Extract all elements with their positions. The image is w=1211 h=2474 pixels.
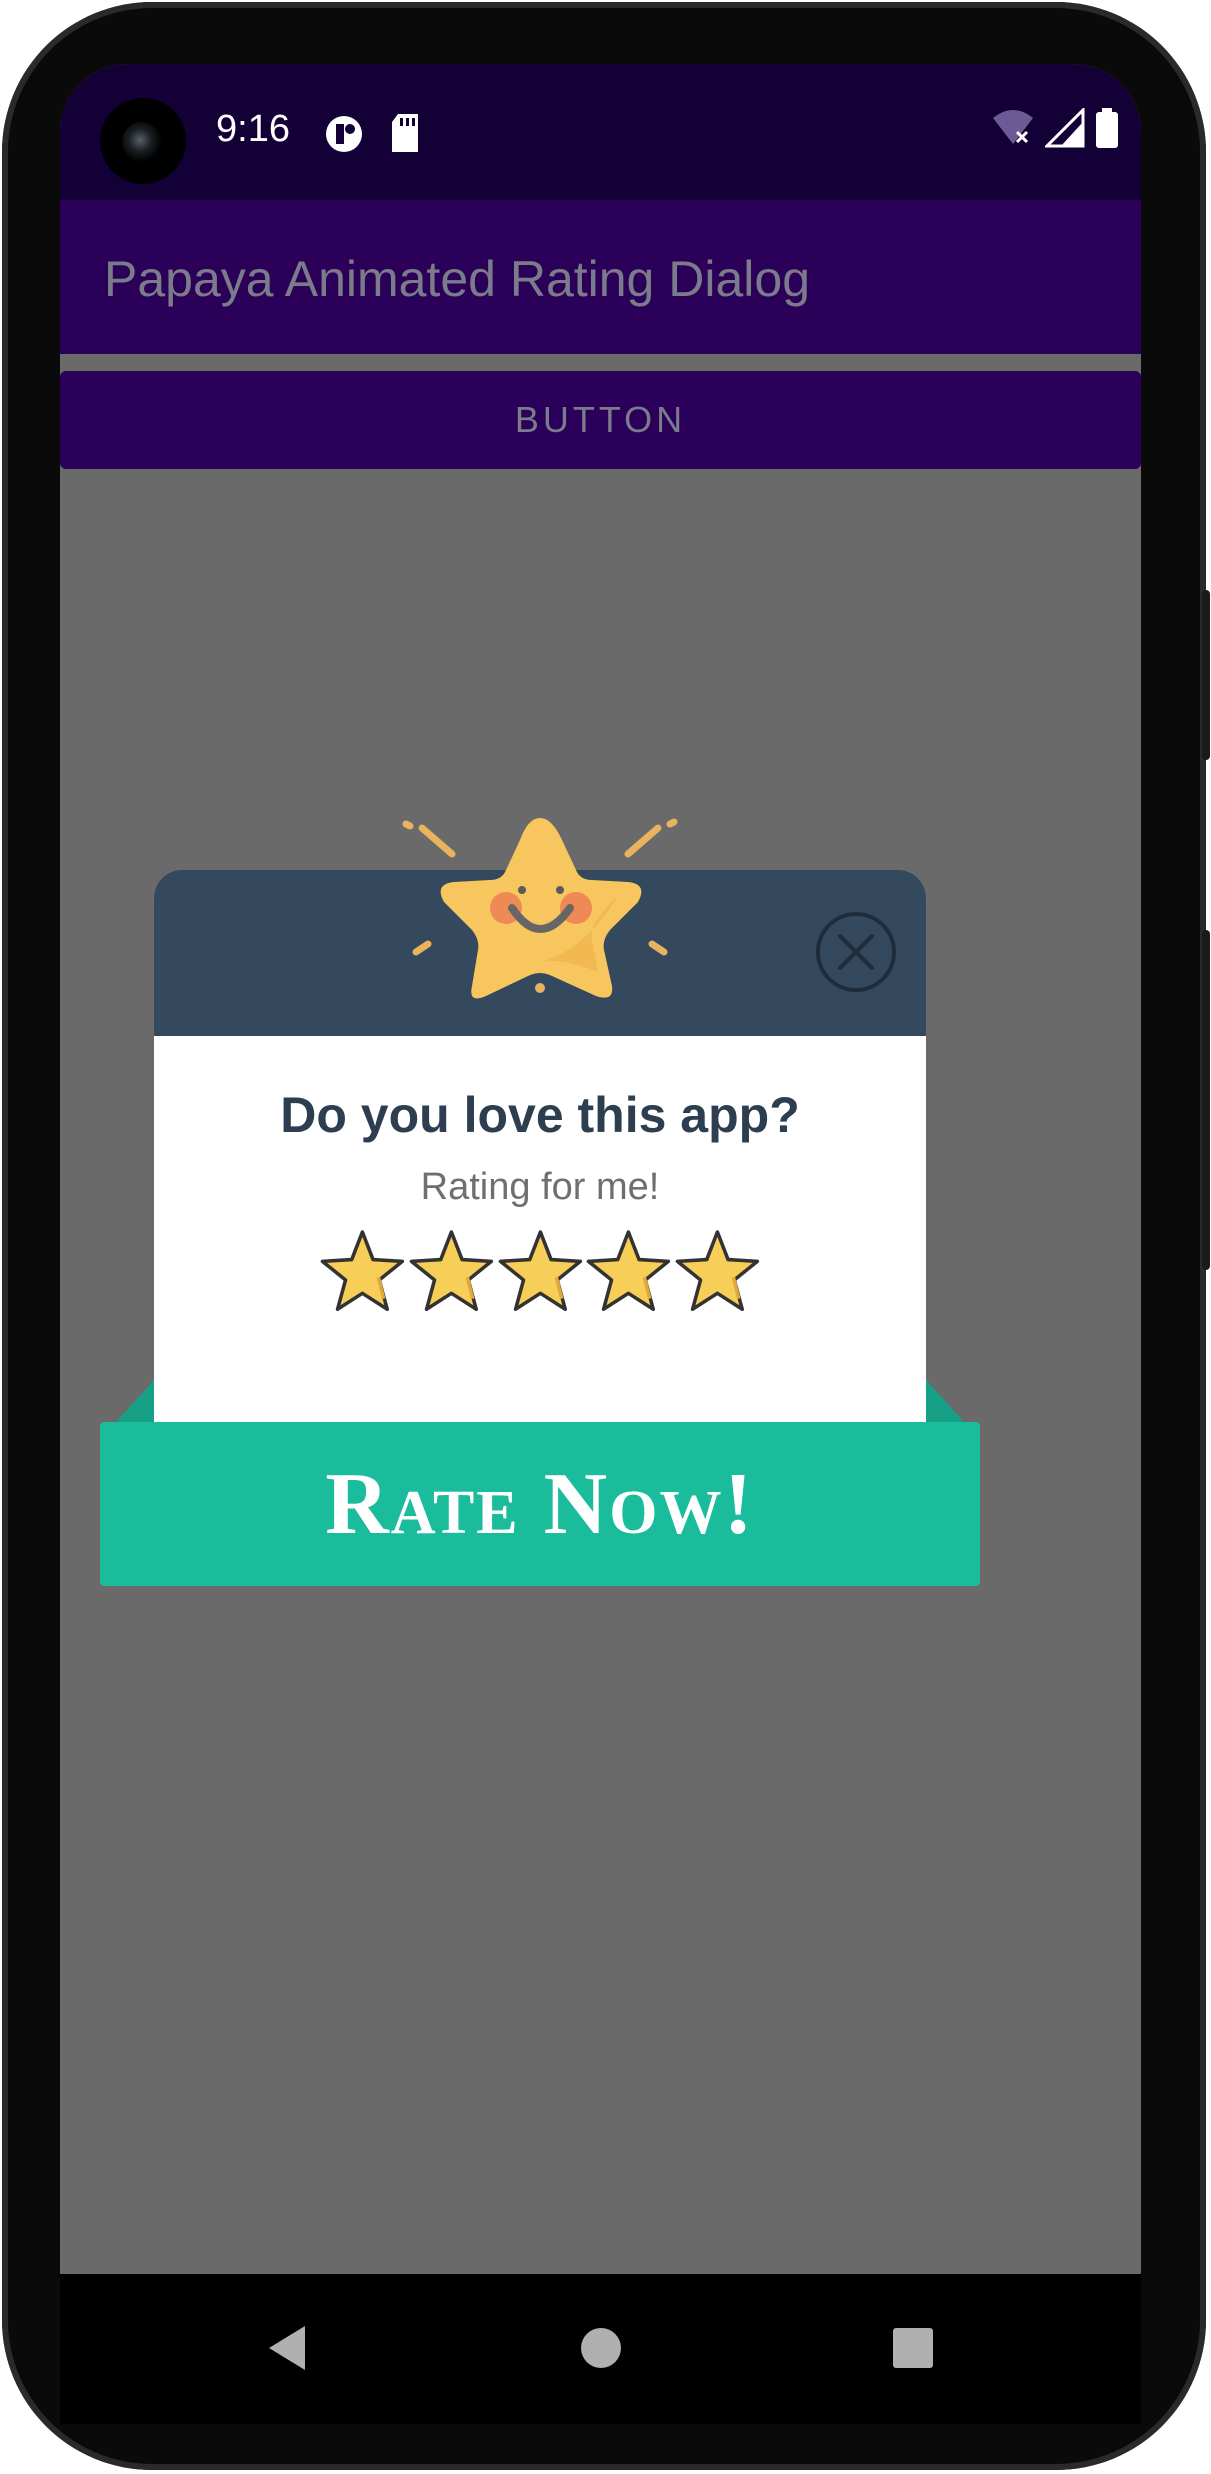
- app-title: Papaya Animated Rating Dialog: [104, 251, 811, 307]
- battery-icon: [1096, 108, 1118, 148]
- status-bar: 9:16: [60, 64, 1141, 200]
- status-time: 9:16: [216, 108, 290, 150]
- camera-lens: [122, 122, 162, 162]
- signal-icon: [1045, 108, 1085, 148]
- home-icon[interactable]: [580, 2324, 622, 2372]
- recents-icon[interactable]: [892, 2324, 934, 2372]
- notification-icon: [326, 116, 362, 152]
- power-button: [1202, 590, 1210, 760]
- star-5[interactable]: [673, 1226, 762, 1318]
- sd-card-icon: [392, 114, 418, 152]
- volume-button: [1202, 930, 1210, 1270]
- main-button[interactable]: BUTTON: [60, 371, 1141, 469]
- ribbon-flap-left: [116, 1380, 154, 1422]
- wifi-icon: [993, 110, 1033, 144]
- rating-bar[interactable]: [318, 1226, 762, 1326]
- close-icon[interactable]: [814, 910, 898, 994]
- star-4[interactable]: [584, 1226, 673, 1318]
- back-icon[interactable]: [265, 2324, 309, 2372]
- star-3[interactable]: [496, 1226, 585, 1318]
- dialog-title: Do you love this app?: [280, 1087, 800, 1143]
- rate-now-button[interactable]: Rate Now!: [100, 1422, 980, 1586]
- smiling-star-icon: [402, 818, 678, 999]
- dialog-subtitle: Rating for me!: [420, 1166, 660, 1208]
- navigation-bar: [60, 2274, 1141, 2424]
- star-2[interactable]: [407, 1226, 496, 1318]
- app-bar: Papaya Animated Rating Dialog: [60, 200, 1141, 354]
- ribbon-flap-right: [926, 1380, 964, 1422]
- star-1[interactable]: [318, 1226, 407, 1318]
- dialog-body: Do you love this app? Rating for me!: [154, 1036, 926, 1422]
